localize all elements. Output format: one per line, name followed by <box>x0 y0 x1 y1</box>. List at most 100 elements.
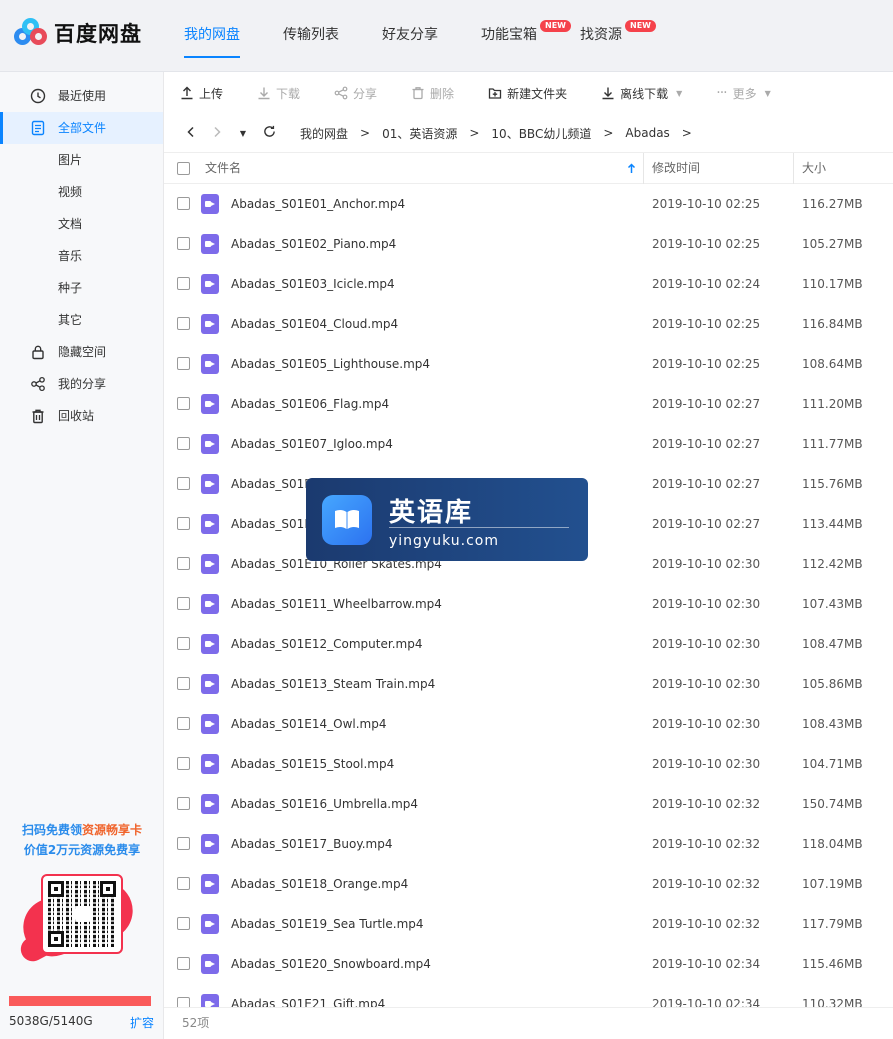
file-name[interactable]: Abadas_S01E02_Piano.mp4 <box>231 224 396 264</box>
file-name[interactable]: Abadas_S01E01_Anchor.mp4 <box>231 184 405 224</box>
file-name[interactable]: Abadas_S01E20_Snowboard.mp4 <box>231 944 431 984</box>
table-row[interactable]: Abadas_S01E13_Steam Train.mp4 2019-10-10 … <box>164 664 893 704</box>
sidebar-item-recent[interactable]: 最近使用 <box>0 80 163 112</box>
row-checkbox[interactable] <box>177 277 190 290</box>
promo-banner[interactable]: 扫码免费领资源畅享卡 价值2万元资源免费享 <box>0 820 164 980</box>
expand-storage-link[interactable]: 扩容 <box>130 1014 154 1031</box>
share-button[interactable]: 分享 <box>334 85 377 102</box>
row-checkbox[interactable] <box>177 837 190 850</box>
app-logo[interactable]: 百度网盘 <box>14 18 142 48</box>
row-checkbox[interactable] <box>177 437 190 450</box>
table-row[interactable]: Abadas_S01E18_Orange.mp4 2019-10-10 02:32… <box>164 864 893 904</box>
table-row[interactable]: Abadas_S01E03_Icicle.mp4 2019-10-10 02:24… <box>164 264 893 304</box>
sidebar-item-images[interactable]: 图片 <box>0 144 163 176</box>
sidebar-item-my-shares[interactable]: 我的分享 <box>0 368 163 400</box>
row-checkbox[interactable] <box>177 797 190 810</box>
file-name[interactable]: Abadas_S01E16_Umbrella.mp4 <box>231 784 418 824</box>
row-checkbox[interactable] <box>177 317 190 330</box>
file-name[interactable]: Abadas_S01E17_Buoy.mp4 <box>231 824 392 864</box>
file-name[interactable]: Abadas_S01E <box>231 504 312 544</box>
sidebar-item-videos[interactable]: 视频 <box>0 176 163 208</box>
column-header-time[interactable]: 修改时间 <box>652 153 700 184</box>
row-checkbox[interactable] <box>177 757 190 770</box>
tab-find-resources[interactable]: 找资源 NEW <box>568 0 656 72</box>
row-checkbox[interactable] <box>177 677 190 690</box>
table-row[interactable]: Abadas_S01E02_Piano.mp4 2019-10-10 02:25 1… <box>164 224 893 264</box>
sidebar-item-recycle-bin[interactable]: 回收站 <box>0 400 163 432</box>
select-all-checkbox[interactable] <box>177 162 190 175</box>
file-name[interactable]: Abadas_S01E05_Lighthouse.mp4 <box>231 344 430 384</box>
table-row[interactable]: Abadas_S01E14_Owl.mp4 2019-10-10 02:30 108… <box>164 704 893 744</box>
tab-toolbox[interactable]: 功能宝箱 NEW <box>469 0 571 72</box>
download-icon <box>602 87 614 100</box>
sidebar-item-documents[interactable]: 文档 <box>0 208 163 240</box>
table-row[interactable]: Abadas_S01E16_Umbrella.mp4 2019-10-10 02:… <box>164 784 893 824</box>
back-button[interactable] <box>178 126 204 141</box>
breadcrumb-item[interactable]: 10、BBC幼儿频道 <box>491 125 591 142</box>
tab-my-netdisk[interactable]: 我的网盘 <box>172 0 252 72</box>
file-name[interactable]: Abadas_S01E13_Steam Train.mp4 <box>231 664 435 704</box>
row-checkbox[interactable] <box>177 877 190 890</box>
row-checkbox[interactable] <box>177 357 190 370</box>
breadcrumb-item[interactable]: 我的网盘 <box>300 125 348 142</box>
delete-button[interactable]: 删除 <box>411 85 454 102</box>
upload-button[interactable]: 上传 <box>180 85 223 102</box>
row-checkbox[interactable] <box>177 957 190 970</box>
file-name[interactable]: Abadas_S01E19_Sea Turtle.mp4 <box>231 904 424 944</box>
row-checkbox[interactable] <box>177 917 190 930</box>
table-row[interactable]: Abadas_S01E15_Stool.mp4 2019-10-10 02:30 1… <box>164 744 893 784</box>
forward-button[interactable] <box>204 126 230 141</box>
table-row[interactable]: Abadas_S01E01_Anchor.mp4 2019-10-10 02:25… <box>164 184 893 224</box>
tab-friend-share[interactable]: 好友分享 <box>370 0 450 72</box>
column-header-name[interactable]: 文件名 <box>205 153 241 184</box>
row-checkbox[interactable] <box>177 517 190 530</box>
file-name[interactable]: Abadas_S01E18_Orange.mp4 <box>231 864 408 904</box>
file-name[interactable]: Abadas_S01E15_Stool.mp4 <box>231 744 394 784</box>
row-checkbox[interactable] <box>177 597 190 610</box>
row-checkbox[interactable] <box>177 477 190 490</box>
table-row[interactable]: Abadas_S01E21_Gift.mp4 2019-10-10 02:34 11… <box>164 984 893 1007</box>
new-folder-button[interactable]: 新建文件夹 <box>488 85 567 102</box>
file-name[interactable]: Abadas_S01E12_Computer.mp4 <box>231 624 422 664</box>
row-checkbox[interactable] <box>177 557 190 570</box>
table-row[interactable]: Abadas_S01E04_Cloud.mp4 2019-10-10 02:25 1… <box>164 304 893 344</box>
table-row[interactable]: Abadas_S01E12_Computer.mp4 2019-10-10 02:… <box>164 624 893 664</box>
table-row[interactable]: Abadas_S01E11_Wheelbarrow.mp4 2019-10-10 … <box>164 584 893 624</box>
breadcrumb-item[interactable]: 01、英语资源 <box>382 125 457 142</box>
more-button[interactable]: ··· 更多 ▼ <box>716 85 771 102</box>
refresh-button[interactable] <box>256 125 282 141</box>
file-size: 104.71MB <box>802 757 863 771</box>
row-checkbox[interactable] <box>177 397 190 410</box>
file-name[interactable]: Abadas_S01E11_Wheelbarrow.mp4 <box>231 584 442 624</box>
row-checkbox[interactable] <box>177 717 190 730</box>
sidebar-item-others[interactable]: 其它 <box>0 304 163 336</box>
file-name[interactable]: Abadas_S01E21_Gift.mp4 <box>231 984 385 1007</box>
table-row[interactable]: Abadas_S01E20_Snowboard.mp4 2019-10-10 02… <box>164 944 893 984</box>
breadcrumb-item[interactable]: Abadas <box>625 126 669 140</box>
row-checkbox[interactable] <box>177 637 190 650</box>
sort-ascending-icon[interactable] <box>627 163 636 174</box>
table-row[interactable]: Abadas_S01E05_Lighthouse.mp4 2019-10-10 0… <box>164 344 893 384</box>
sidebar-item-all-files[interactable]: 全部文件 <box>0 112 163 144</box>
sidebar-item-torrents[interactable]: 种子 <box>0 272 163 304</box>
file-name[interactable]: Abadas_S01E07_Igloo.mp4 <box>231 424 393 464</box>
sidebar-item-music[interactable]: 音乐 <box>0 240 163 272</box>
file-name[interactable]: Abadas_S01E04_Cloud.mp4 <box>231 304 398 344</box>
file-name[interactable]: Abadas_S01E06_Flag.mp4 <box>231 384 389 424</box>
offline-download-button[interactable]: 离线下载 ▼ <box>601 85 682 102</box>
table-row[interactable]: Abadas_S01E17_Buoy.mp4 2019-10-10 02:32 11… <box>164 824 893 864</box>
table-row[interactable]: Abadas_S01E19_Sea Turtle.mp4 2019-10-10 0… <box>164 904 893 944</box>
download-button[interactable]: 下载 <box>257 85 300 102</box>
file-name[interactable]: Abadas_S01E <box>231 464 312 504</box>
history-dropdown[interactable]: ▼ <box>230 129 256 138</box>
file-name[interactable]: Abadas_S01E03_Icicle.mp4 <box>231 264 395 304</box>
column-header-size[interactable]: 大小 <box>802 153 826 184</box>
tab-transfer-list[interactable]: 传输列表 <box>271 0 351 72</box>
sidebar-item-hidden-space[interactable]: 隐藏空间 <box>0 336 163 368</box>
row-checkbox[interactable] <box>177 197 190 210</box>
row-checkbox[interactable] <box>177 237 190 250</box>
file-name[interactable]: Abadas_S01E14_Owl.mp4 <box>231 704 387 744</box>
table-row[interactable]: Abadas_S01E06_Flag.mp4 2019-10-10 02:27 11… <box>164 384 893 424</box>
row-checkbox[interactable] <box>177 997 190 1007</box>
table-row[interactable]: Abadas_S01E07_Igloo.mp4 2019-10-10 02:27 1… <box>164 424 893 464</box>
